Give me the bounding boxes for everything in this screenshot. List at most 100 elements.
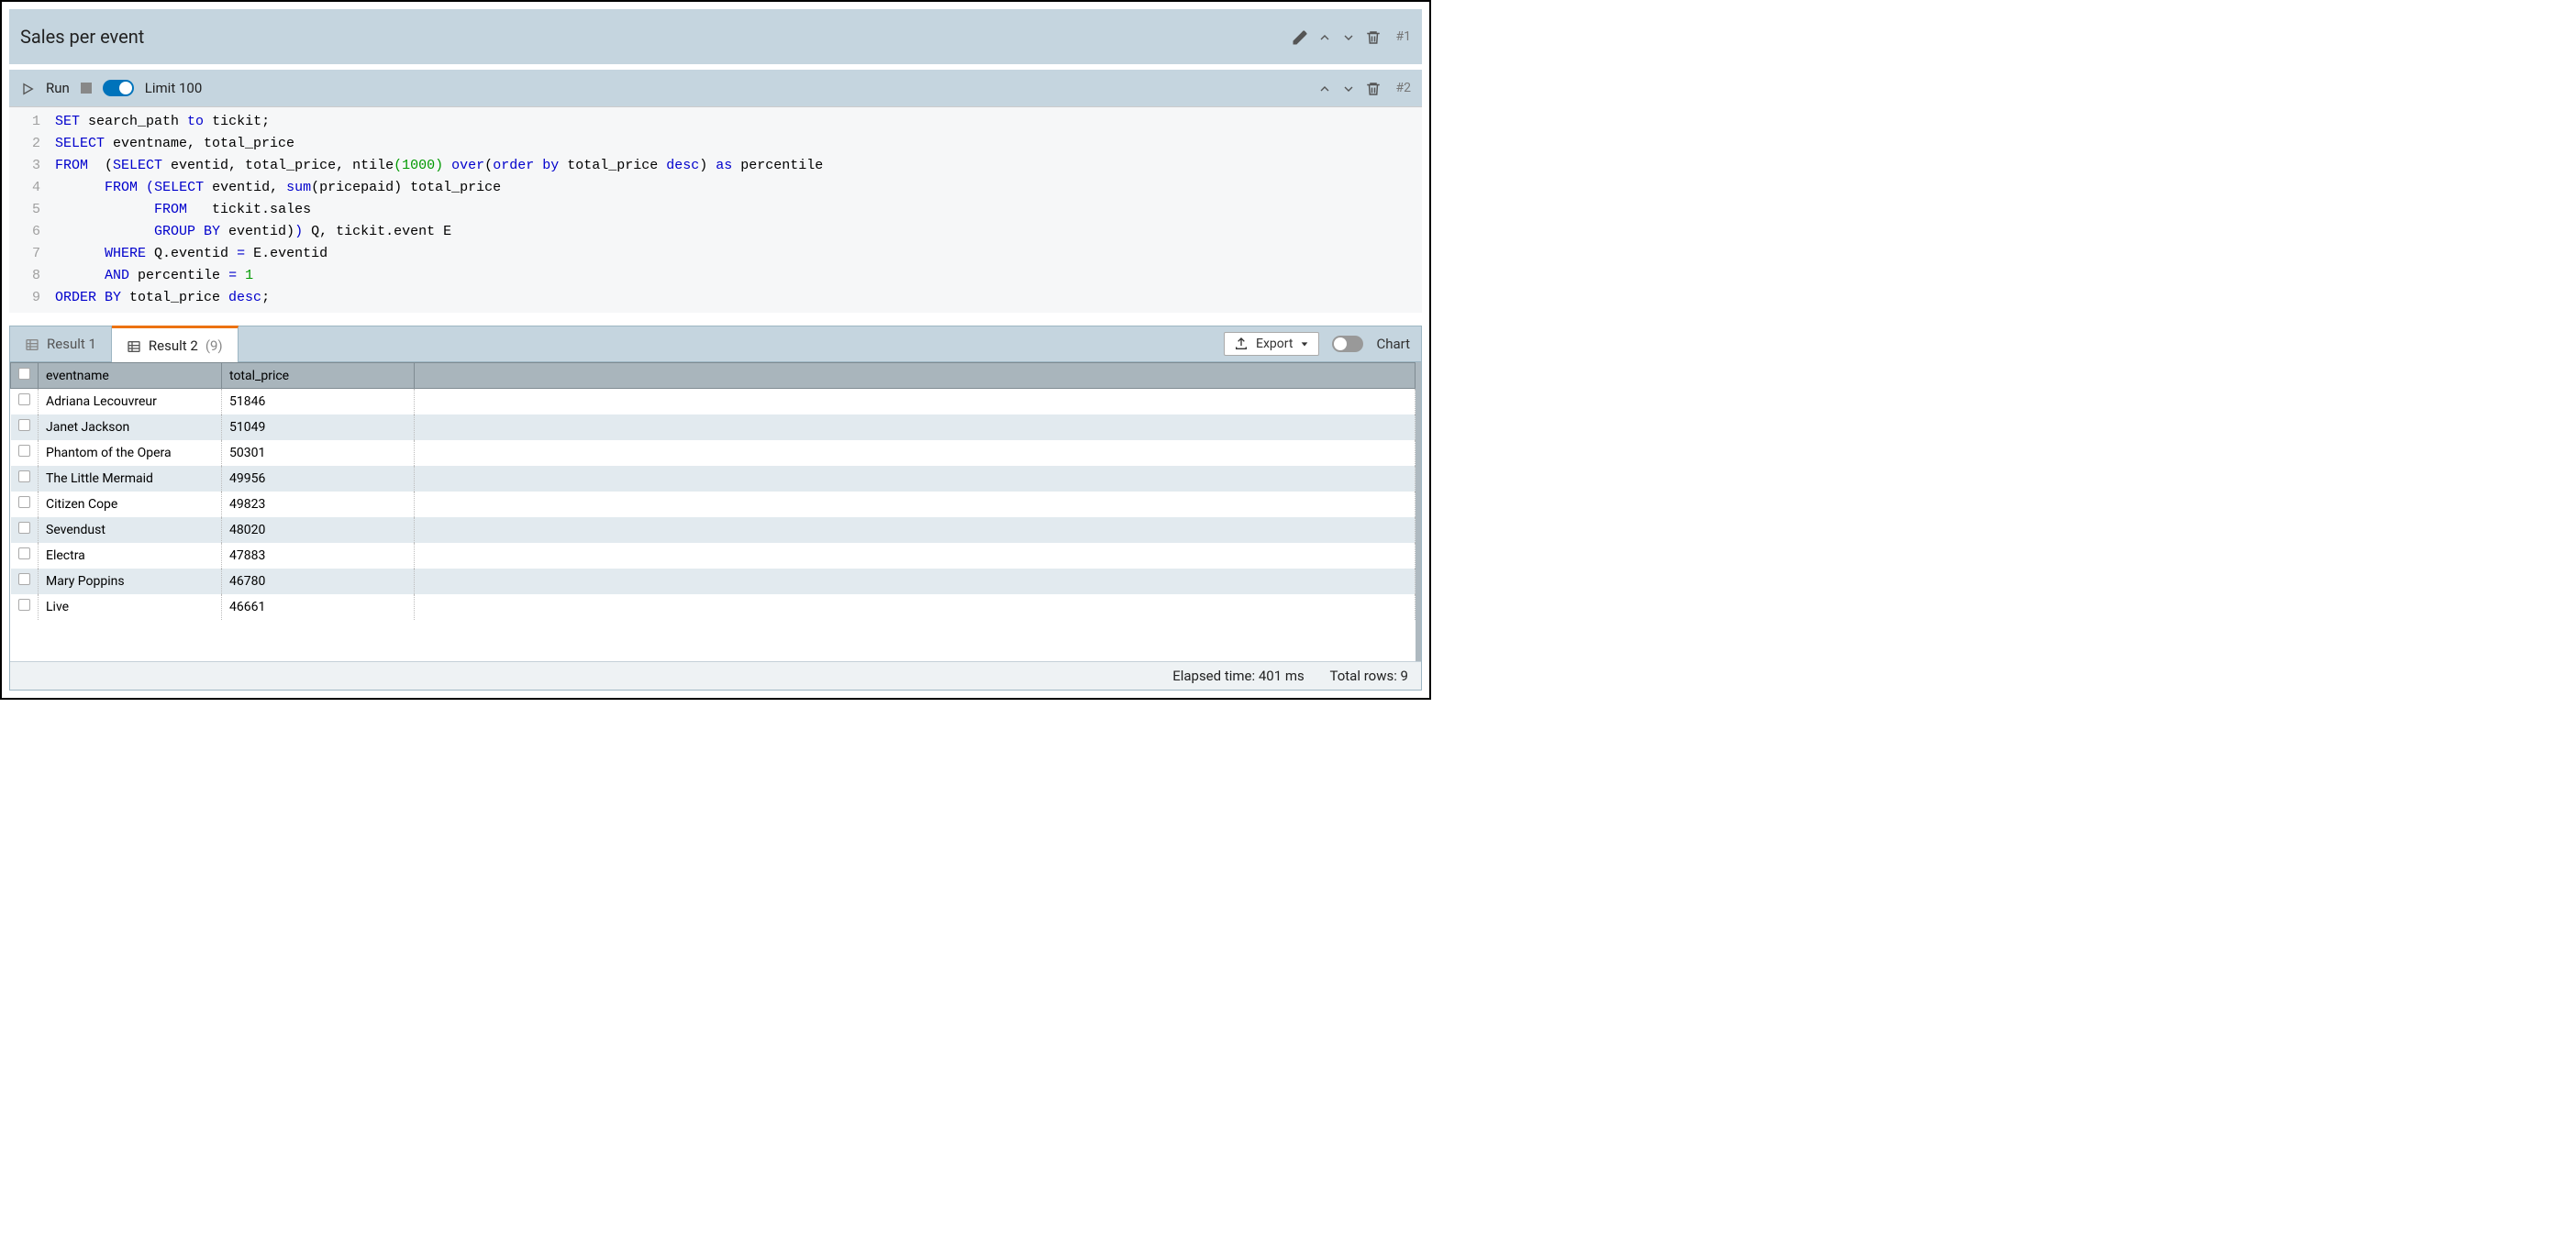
trash-icon[interactable]	[1365, 79, 1382, 97]
stop-icon[interactable]	[81, 83, 92, 94]
line-number: 7	[9, 243, 55, 265]
line-number: 3	[9, 155, 55, 177]
cell-filler	[415, 492, 1416, 517]
status-bar: Elapsed time: 401 ms Total rows: 9	[10, 661, 1421, 690]
code-line[interactable]: SELECT eventname, total_price	[55, 133, 1422, 155]
result-tab[interactable]: Result 2 (9)	[112, 326, 239, 362]
cell-header: Sales per event #1	[9, 9, 1422, 64]
cell-id: #1	[1396, 29, 1412, 44]
row-checkbox[interactable]	[11, 440, 39, 466]
row-checkbox[interactable]	[11, 492, 39, 517]
column-header[interactable]: eventname	[39, 363, 222, 389]
editor-toolbar: Run Limit 100 #2	[9, 70, 1422, 106]
cell-total-price: 49956	[222, 466, 415, 492]
code-line[interactable]: FROM tickit.sales	[55, 199, 1422, 221]
table-row[interactable]: Janet Jackson51049	[11, 414, 1416, 440]
row-checkbox[interactable]	[11, 543, 39, 569]
line-number: 5	[9, 199, 55, 221]
row-checkbox[interactable]	[11, 569, 39, 594]
cell-eventname: Janet Jackson	[39, 414, 222, 440]
cell-eventname: Citizen Cope	[39, 492, 222, 517]
results-tabs: Result 1 Result 2 (9) Export Chart	[10, 326, 1421, 362]
table-row[interactable]: Electra47883	[11, 543, 1416, 569]
table-row[interactable]: Phantom of the Opera50301	[11, 440, 1416, 466]
tab-count: (9)	[205, 337, 223, 354]
code-line[interactable]: AND percentile = 1	[55, 265, 1422, 287]
total-rows: Total rows: 9	[1329, 668, 1408, 684]
cell-eventname: The Little Mermaid	[39, 466, 222, 492]
edit-icon[interactable]	[1292, 28, 1308, 46]
tab-label: Result 1	[47, 336, 96, 352]
cell-eventname: Sevendust	[39, 517, 222, 543]
cell-eventname: Electra	[39, 543, 222, 569]
line-number: 4	[9, 177, 55, 199]
limit-toggle[interactable]	[103, 80, 134, 96]
cell-filler	[415, 440, 1416, 466]
table-row[interactable]: Sevendust48020	[11, 517, 1416, 543]
cell-total-price: 46780	[222, 569, 415, 594]
chevron-down-icon[interactable]	[1341, 28, 1356, 45]
code-line[interactable]: SET search_path to tickit;	[55, 111, 1422, 133]
code-line[interactable]: ORDER BY total_price desc;	[55, 287, 1422, 309]
results-table: eventnametotal_price Adriana Lecouvreur5…	[10, 362, 1416, 620]
column-header[interactable]: total_price	[222, 363, 415, 389]
run-button[interactable]: Run	[46, 80, 70, 96]
chart-label: Chart	[1376, 336, 1410, 352]
table-row[interactable]: The Little Mermaid49956	[11, 466, 1416, 492]
chevron-down-icon[interactable]	[1341, 79, 1356, 96]
line-number: 2	[9, 133, 55, 155]
cell-filler	[415, 569, 1416, 594]
cell-eventname: Live	[39, 594, 222, 620]
results-panel: Result 1 Result 2 (9) Export Chart eventna…	[9, 326, 1422, 691]
cell-total-price: 50301	[222, 440, 415, 466]
cell-total-price: 47883	[222, 543, 415, 569]
table-row[interactable]: Citizen Cope49823	[11, 492, 1416, 517]
tab-label: Result 2	[149, 337, 198, 354]
cell-id: #2	[1396, 81, 1412, 95]
line-number: 6	[9, 221, 55, 243]
cell-filler	[415, 414, 1416, 440]
limit-label: Limit 100	[145, 80, 202, 96]
row-checkbox[interactable]	[11, 517, 39, 543]
cell-total-price: 51846	[222, 389, 415, 414]
cell-total-price: 49823	[222, 492, 415, 517]
export-button[interactable]: Export	[1224, 332, 1319, 356]
cell-filler	[415, 594, 1416, 620]
cell-filler	[415, 517, 1416, 543]
chevron-up-icon[interactable]	[1317, 79, 1332, 96]
row-checkbox[interactable]	[11, 594, 39, 620]
code-line[interactable]: GROUP BY eventid)) Q, tickit.event E	[55, 221, 1422, 243]
row-checkbox[interactable]	[11, 389, 39, 414]
table-row[interactable]: Live46661	[11, 594, 1416, 620]
play-icon[interactable]	[20, 80, 35, 97]
select-all-checkbox[interactable]	[11, 363, 39, 389]
row-checkbox[interactable]	[11, 466, 39, 492]
code-editor[interactable]: 1SET search_path to tickit;2SELECT event…	[9, 106, 1422, 313]
cell-filler	[415, 389, 1416, 414]
trash-icon[interactable]	[1365, 28, 1382, 46]
cell-filler	[415, 543, 1416, 569]
code-line[interactable]: FROM (SELECT eventid, total_price, ntile…	[55, 155, 1422, 177]
chevron-up-icon[interactable]	[1317, 28, 1332, 45]
cell-total-price: 51049	[222, 414, 415, 440]
cell-eventname: Adriana Lecouvreur	[39, 389, 222, 414]
export-label: Export	[1256, 337, 1293, 351]
table-row[interactable]: Mary Poppins46780	[11, 569, 1416, 594]
table-icon	[25, 336, 39, 352]
elapsed-time: Elapsed time: 401 ms	[1172, 668, 1305, 684]
code-line[interactable]: FROM (SELECT eventid, sum(pricepaid) tot…	[55, 177, 1422, 199]
table-row[interactable]: Adriana Lecouvreur51846	[11, 389, 1416, 414]
result-tab[interactable]: Result 1	[10, 326, 112, 361]
line-number: 8	[9, 265, 55, 287]
row-checkbox[interactable]	[11, 414, 39, 440]
header-filler	[415, 363, 1416, 389]
cell-total-price: 48020	[222, 517, 415, 543]
cell-eventname: Phantom of the Opera	[39, 440, 222, 466]
cell-filler	[415, 466, 1416, 492]
line-number: 1	[9, 111, 55, 133]
table-icon	[127, 337, 141, 353]
code-line[interactable]: WHERE Q.eventid = E.eventid	[55, 243, 1422, 265]
chart-toggle[interactable]	[1332, 336, 1363, 352]
line-number: 9	[9, 287, 55, 309]
cell-title: Sales per event	[20, 26, 144, 48]
